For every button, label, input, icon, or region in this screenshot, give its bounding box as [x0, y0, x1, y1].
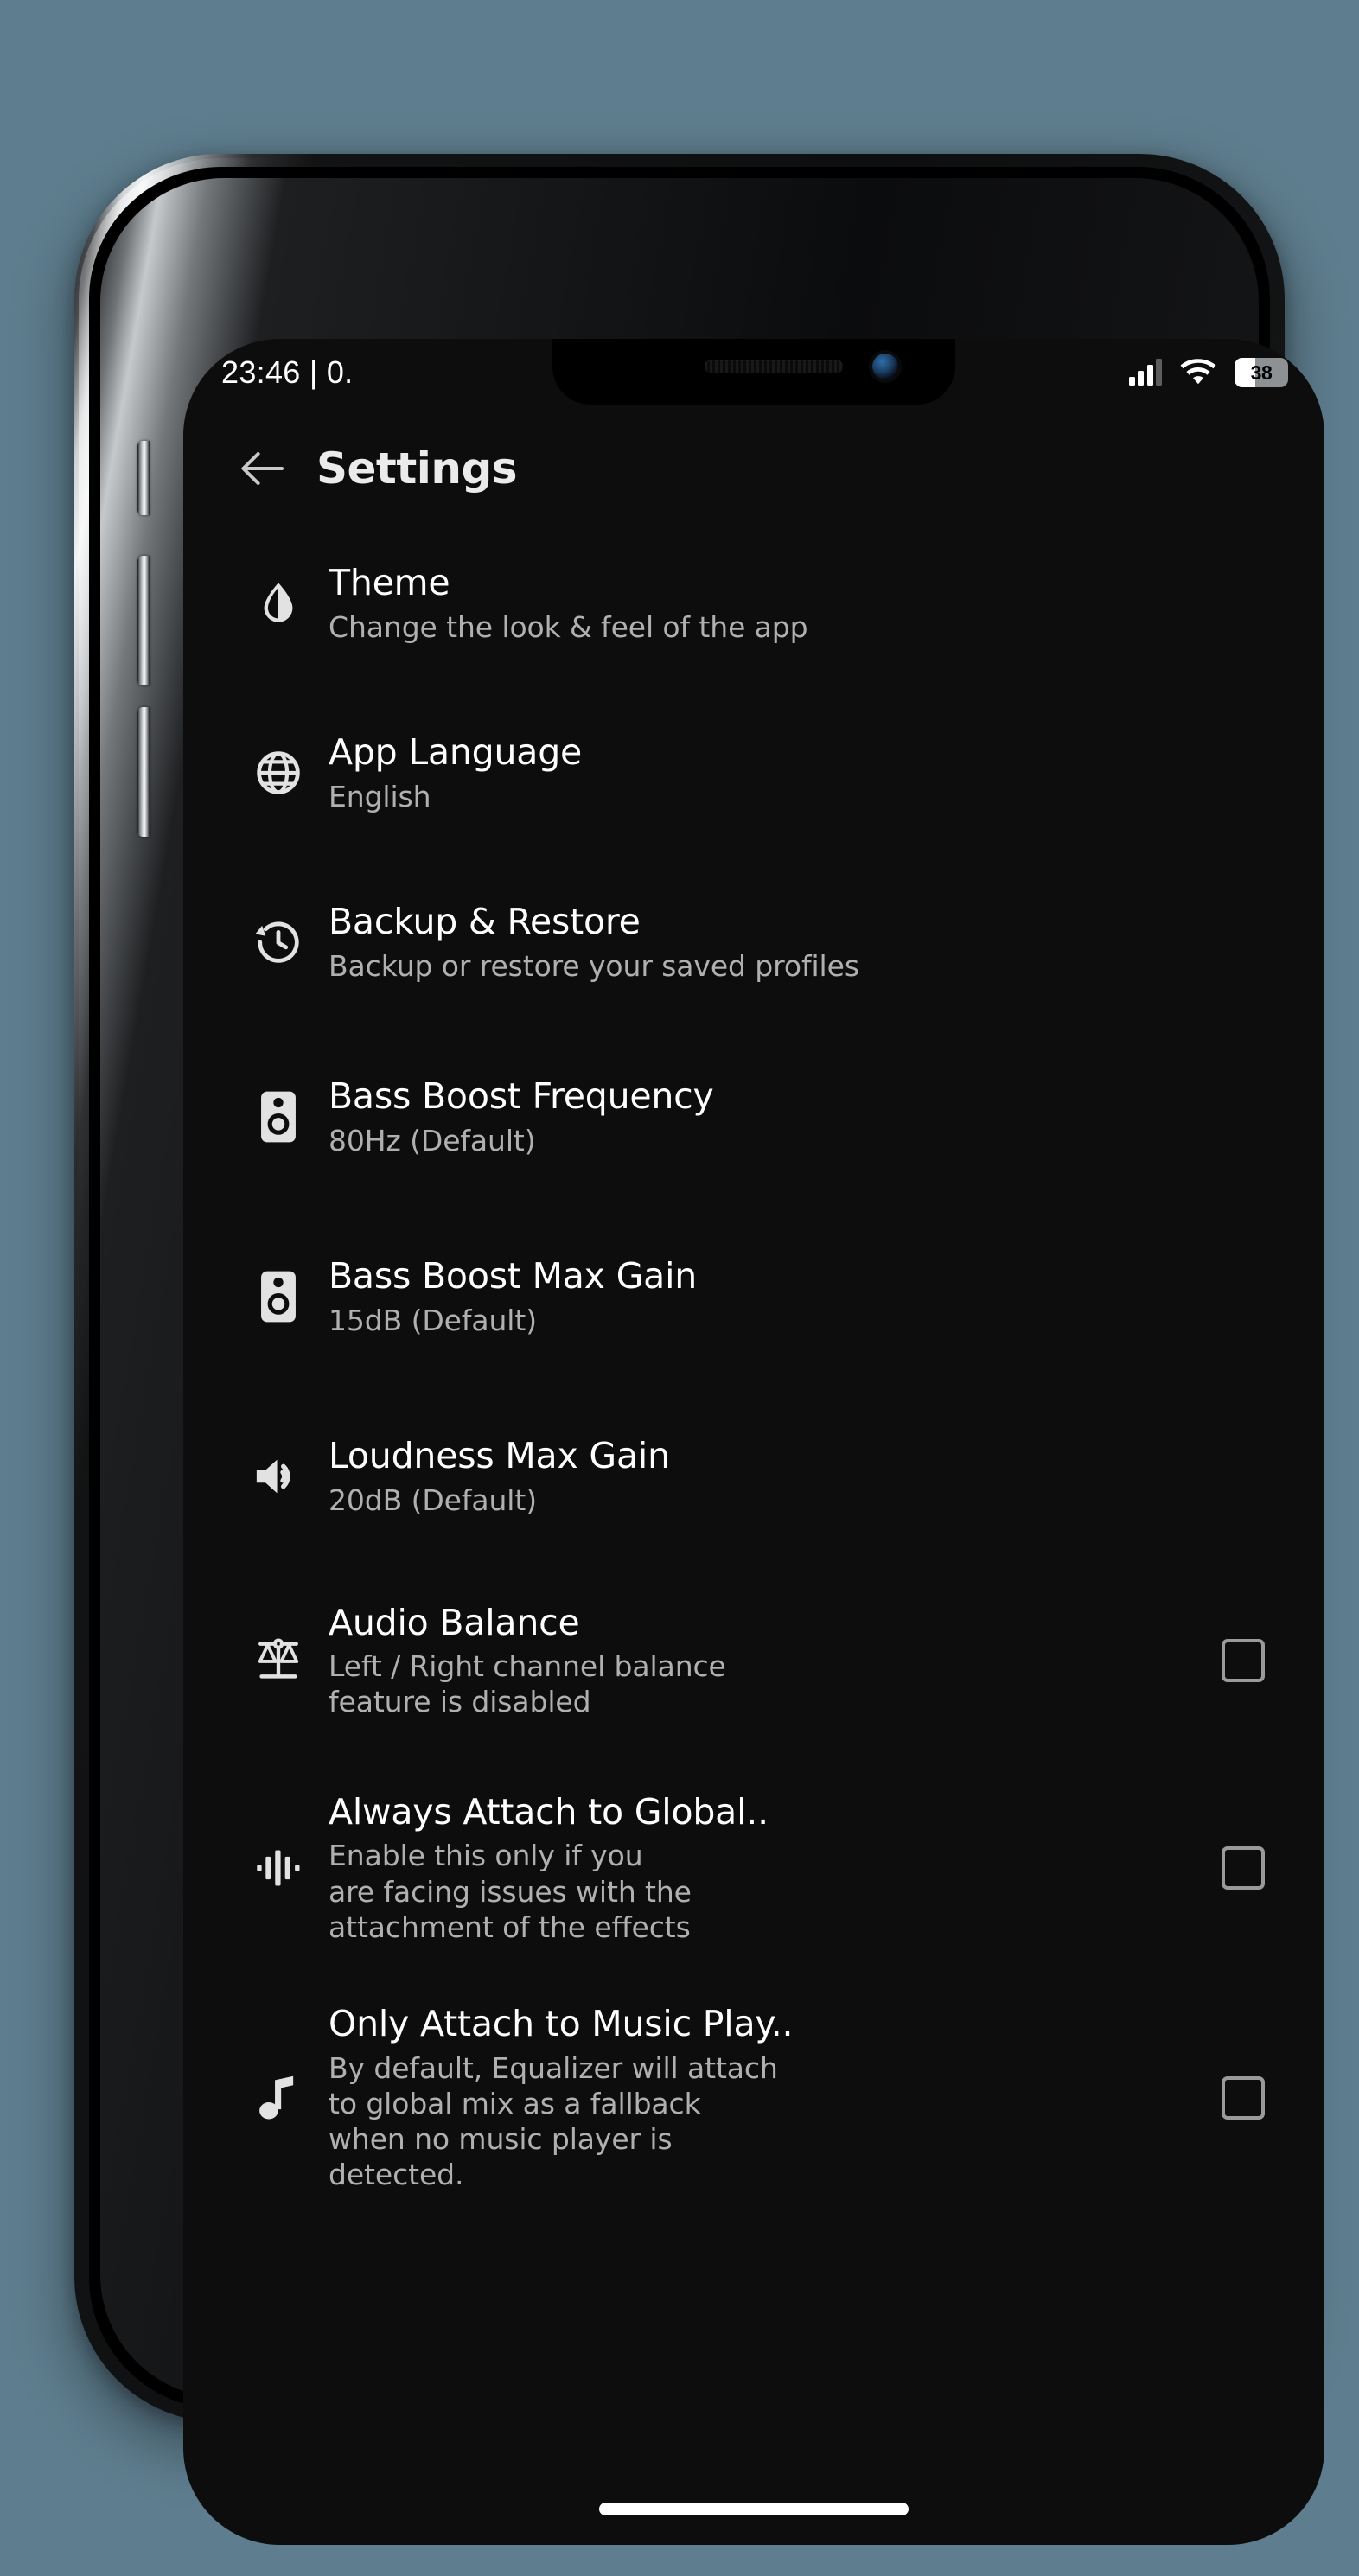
setting-title: Theme: [329, 562, 450, 604]
front-camera-icon: [872, 354, 898, 379]
setting-row-audio-balance[interactable]: Audio Balance Left / Right channel balan…: [183, 1566, 1324, 1755]
balance-scale-icon: [228, 1636, 329, 1686]
phone-device: 23:46 | 0. 38 Settings Theme Change the …: [74, 154, 1324, 2545]
arrow-left-icon: [241, 452, 284, 485]
setting-row-backup-restore[interactable]: Backup & Restore Backup or restore your …: [183, 858, 1324, 1027]
settings-list: Theme Change the look & feel of the app …: [183, 519, 1324, 2545]
setting-row-only-attach-music-player[interactable]: Only Attach to Music Play.. By default, …: [183, 1981, 1324, 2215]
setting-title: Bass Boost Frequency: [329, 1075, 714, 1118]
notch: [552, 339, 955, 405]
globe-icon: [228, 749, 329, 797]
setting-text-audio-balance: Audio Balance Left / Right channel balan…: [329, 1602, 1207, 1720]
setting-title: Bass Boost Max Gain: [329, 1255, 698, 1298]
wifi-icon: [1180, 359, 1216, 386]
setting-title: Loudness Max Gain: [329, 1435, 670, 1477]
setting-subtitle: 20dB (Default): [329, 1482, 537, 1517]
setting-title: Always Attach to Global..: [329, 1790, 769, 1833]
setting-subtitle: 80Hz (Default): [329, 1123, 536, 1157]
setting-checkbox-wrap[interactable]: [1207, 1846, 1279, 1890]
setting-text-only-attach-music-player: Only Attach to Music Play.. By default, …: [329, 2003, 1207, 2192]
phone-screen: 23:46 | 0. 38 Settings Theme Change the …: [183, 339, 1324, 2545]
page-title: Settings: [316, 443, 518, 494]
waveform-icon: [228, 1844, 329, 1892]
setting-text-theme: Theme Change the look & feel of the app: [329, 562, 1279, 645]
setting-subtitle: 15dB (Default): [329, 1303, 537, 1337]
setting-row-theme[interactable]: Theme Change the look & feel of the app: [183, 519, 1324, 688]
setting-text-always-attach-global: Always Attach to Global.. Enable this on…: [329, 1791, 1207, 1945]
setting-checkbox-wrap[interactable]: [1207, 1639, 1279, 1682]
audio-balance-checkbox[interactable]: [1222, 1639, 1265, 1682]
status-bar-icons: 38: [1128, 358, 1288, 387]
earpiece-speaker-icon: [705, 360, 843, 373]
setting-subtitle: Left / Right channel balance feature is …: [329, 1648, 726, 1719]
battery-level-label: 38: [1250, 360, 1273, 384]
setting-subtitle: Change the look & feel of the app: [329, 609, 808, 644]
setting-title: App Language: [329, 731, 583, 774]
setting-text-backup-restore: Backup & Restore Backup or restore your …: [329, 901, 1279, 984]
music-note-icon: [228, 2073, 329, 2123]
setting-row-always-attach-global[interactable]: Always Attach to Global.. Enable this on…: [183, 1755, 1324, 1981]
setting-row-bass-boost-frequency[interactable]: Bass Boost Frequency 80Hz (Default): [183, 1027, 1324, 1207]
speaker-icon: [228, 1090, 329, 1144]
setting-row-bass-boost-max-gain[interactable]: Bass Boost Max Gain 15dB (Default): [183, 1207, 1324, 1387]
setting-title: Backup & Restore: [329, 901, 641, 943]
history-restore-icon: [228, 917, 329, 967]
mute-switch-button[interactable]: [137, 441, 150, 515]
back-button[interactable]: [225, 431, 299, 506]
only-attach-music-player-checkbox[interactable]: [1222, 2076, 1265, 2120]
setting-text-app-language: App Language English: [329, 731, 1279, 814]
home-indicator[interactable]: [599, 2503, 909, 2515]
setting-row-loudness-max-gain[interactable]: Loudness Max Gain 20dB (Default): [183, 1387, 1324, 1566]
setting-title: Audio Balance: [329, 1601, 580, 1643]
setting-text-bass-boost-frequency: Bass Boost Frequency 80Hz (Default): [329, 1075, 1279, 1158]
always-attach-global-checkbox[interactable]: [1222, 1846, 1265, 1890]
status-time: 23:46 | 0.: [221, 354, 354, 390]
setting-checkbox-wrap[interactable]: [1207, 2076, 1279, 2120]
setting-subtitle: Enable this only if you are facing issue…: [329, 1839, 692, 1944]
setting-row-app-language[interactable]: App Language English: [183, 688, 1324, 858]
setting-title: Only Attach to Music Play..: [329, 2003, 794, 2045]
setting-subtitle: By default, Equalizer will attach to glo…: [329, 2050, 778, 2192]
battery-icon: 38: [1235, 358, 1288, 387]
speaker-icon: [228, 1270, 329, 1323]
app-bar: Settings: [183, 418, 1324, 519]
volume-up-button[interactable]: [137, 556, 150, 685]
setting-text-bass-boost-max-gain: Bass Boost Max Gain 15dB (Default): [329, 1255, 1279, 1338]
signal-bars-icon: [1128, 359, 1162, 386]
setting-text-loudness-max-gain: Loudness Max Gain 20dB (Default): [329, 1435, 1279, 1518]
volume-down-button[interactable]: [137, 707, 150, 837]
setting-subtitle: Backup or restore your saved profiles: [329, 948, 859, 983]
setting-subtitle: English: [329, 779, 431, 813]
contrast-drop-icon: [228, 578, 329, 628]
volume-up-icon: [228, 1455, 329, 1498]
